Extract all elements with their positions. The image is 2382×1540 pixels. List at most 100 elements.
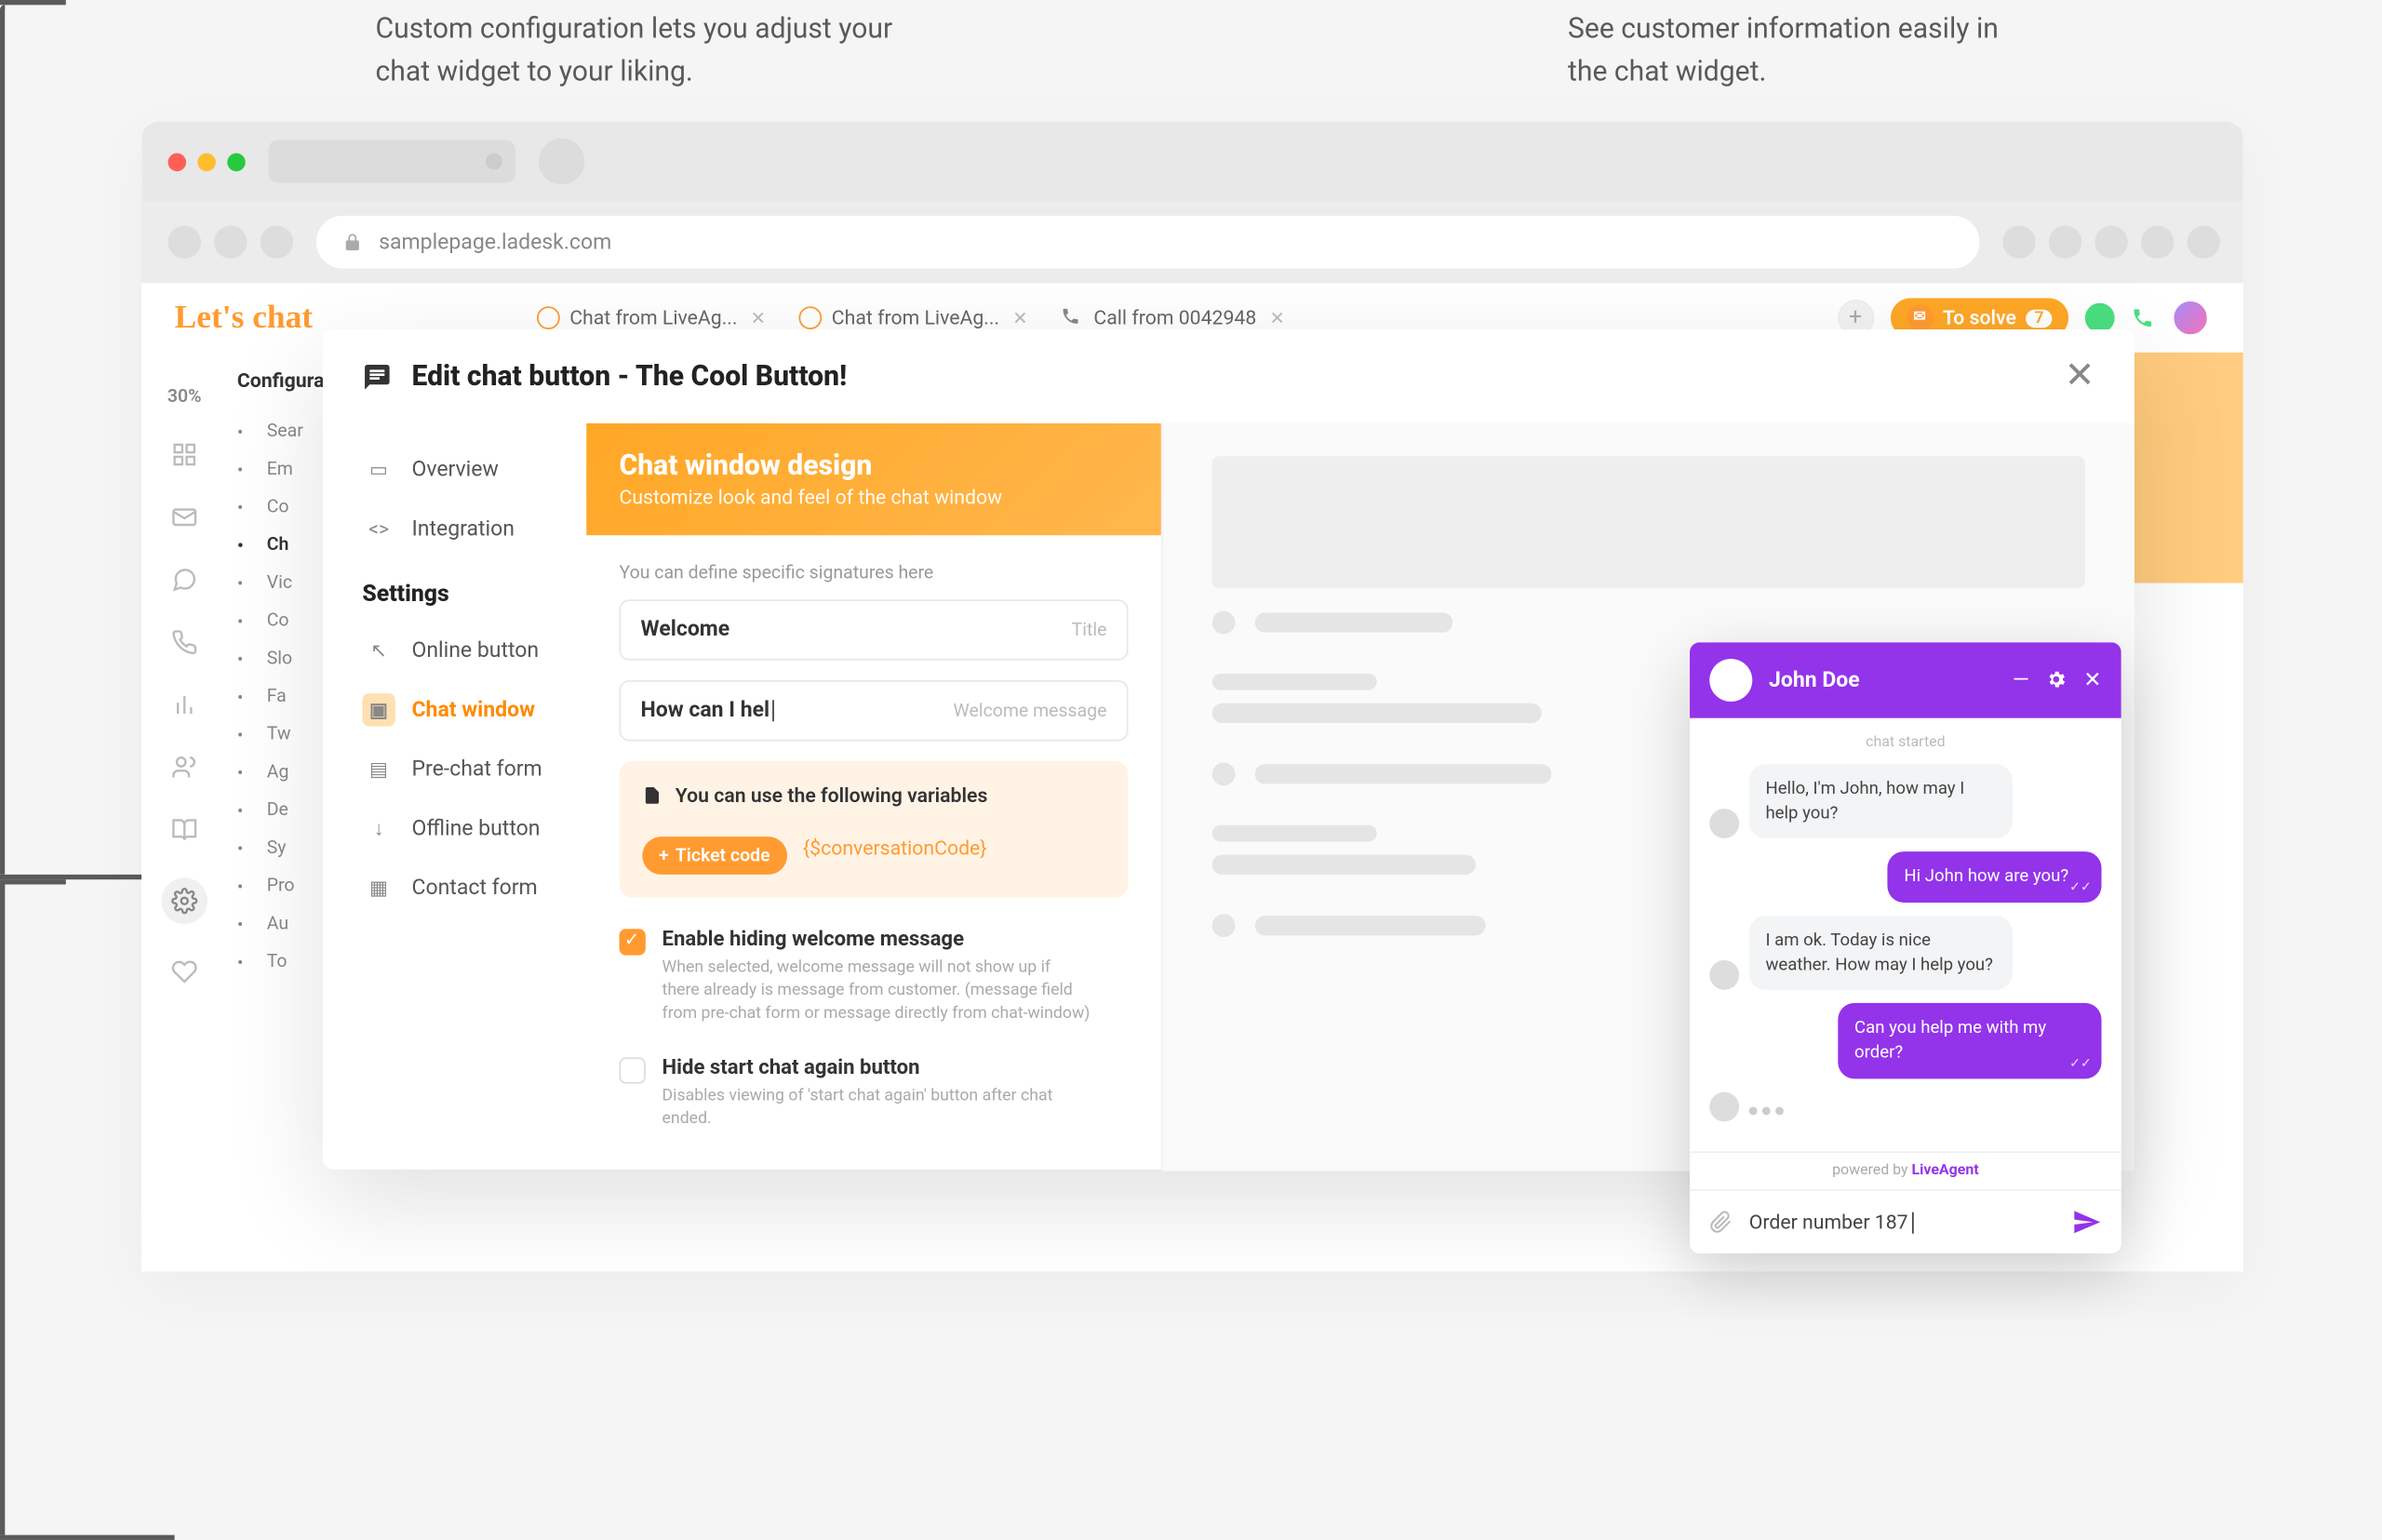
dashboard-icon[interactable] [169,440,199,470]
hide-start-chat-checkbox[interactable] [620,1057,646,1083]
skeleton-dot [1212,763,1236,786]
agent-message: Hello, I'm John, how may I help you? [1749,764,2013,838]
status-dot-icon[interactable] [2085,303,2115,333]
config-item-icon: • [237,951,257,971]
nav-online-button[interactable]: ↖Online button [355,621,586,680]
nav-integration[interactable]: <>Integration [355,499,586,558]
nav-label: Offline button [412,816,541,841]
clipboard-icon: ▦ [362,871,395,904]
chat-header: John Doe — ✕ [1690,642,2121,717]
close-icon[interactable]: ✕ [1269,307,1284,328]
config-item-icon: • [237,762,257,782]
book-icon[interactable] [169,815,199,845]
maximize-dot-icon[interactable] [227,153,245,170]
close-icon[interactable]: ✕ [751,307,766,328]
minimize-dot-icon[interactable] [197,153,215,170]
config-item-label: Em [267,458,293,479]
chip-label: Ticket code [676,845,770,866]
tab-label: Chat from LiveAg... [832,306,999,329]
agent-avatar [1709,659,1752,702]
config-item-icon: • [237,837,257,857]
title-input[interactable]: Welcome Title [620,599,1129,660]
browser-ext-icons [2002,225,2220,258]
mail-icon: ✉ [1907,304,1933,330]
agent-message: I am ok. Today is nice weather. How may … [1749,916,2013,990]
chat-icon[interactable] [169,565,199,595]
skeleton-line [1212,674,1377,690]
modal-nav: ▭Overview <>Integration Settings ↖Online… [323,423,586,1172]
arrow-left-seg [0,0,66,5]
minimize-icon[interactable]: — [2013,668,2029,693]
skeleton-dot [1212,611,1236,635]
input-label: Title [1072,620,1107,641]
modal-main: Chat window design Customize look and fe… [586,423,1163,1172]
nav-overview[interactable]: ▭ Overview [355,440,586,500]
mail-icon[interactable] [169,502,199,532]
agent-avatar-icon [1709,810,1739,839]
close-icon[interactable]: ✕ [2083,668,2101,693]
gear-icon[interactable] [161,877,207,924]
skeleton-block [1212,456,2085,588]
checkbox-desc: Disables viewing of 'start chat again' b… [662,1085,1091,1132]
design-title: Chat window design [620,449,1129,482]
config-item-icon: • [237,459,257,478]
config-item-icon: • [237,648,257,667]
address-input[interactable]: samplepage.ladesk.com [316,216,1980,269]
config-item-icon: • [237,799,257,819]
config-item-icon: • [237,876,257,895]
nav-buttons[interactable] [168,225,294,258]
code-icon: <> [362,512,395,544]
send-button[interactable] [2072,1207,2102,1237]
enable-hiding-checkbox[interactable] [620,929,646,955]
browser-chrome [141,122,2243,201]
nav-offline-button[interactable]: ↓ Offline button [355,798,586,858]
config-item-label: Tw [267,723,291,744]
skeleton-line [1212,855,1476,875]
browser-tab[interactable] [269,140,516,182]
nav-chat-window[interactable]: ▣Chat window [355,680,586,740]
close-dot-icon[interactable] [168,153,186,170]
nav-prechat-form[interactable]: ▤Pre-chat form [355,740,586,799]
window-icon: ▣ [362,693,395,726]
config-item-label: Fa [267,685,287,706]
config-item-icon: • [237,572,257,592]
phone-icon[interactable] [169,627,199,657]
config-item-label: Ag [267,761,289,783]
skeleton-line [1212,703,1542,723]
nav-label: Online button [412,638,540,663]
phone-icon[interactable] [2131,306,2154,329]
download-icon: ↓ [362,812,395,845]
window-controls[interactable] [168,153,246,170]
new-tab-button[interactable] [539,139,585,185]
overview-icon: ▭ [362,453,395,486]
input-label: Welcome message [954,700,1107,721]
annotation-left: Custom configuration lets you adjust you… [376,10,903,94]
progress-pct: 30% [167,385,202,407]
variable-code: {$conversationCode} [803,836,987,859]
modal-title: Edit chat button - The Cool Button! [412,360,848,393]
checkbox-label: Hide start chat again button [662,1056,1091,1081]
attach-icon[interactable] [1709,1211,1733,1234]
text-cursor-icon [1911,1212,1913,1234]
heart-icon[interactable] [169,957,199,986]
chat-input[interactable]: Order number 187 [1749,1210,2055,1233]
config-item-label: Co [267,496,289,517]
url-text: samplepage.ladesk.com [379,230,611,255]
gear-icon[interactable] [2046,668,2068,693]
close-button[interactable]: ✕ [2065,355,2095,396]
nav-label: Overview [412,457,499,482]
user-avatar[interactable] [2171,298,2210,337]
skeleton-line [1255,764,1552,783]
typing-indicator [1749,1100,1784,1121]
chat-widget: John Doe — ✕ chat started Hello, I'm Joh… [1690,642,2121,1252]
design-banner: Chat window design Customize look and fe… [586,423,1161,535]
user-message: Hi John how are you? [1888,852,2102,903]
config-item-label: Co [267,609,289,631]
close-icon[interactable]: ✕ [1012,307,1027,328]
stats-icon[interactable] [169,690,199,720]
nav-contact-form[interactable]: ▦Contact form [355,858,586,917]
config-item-label: Ch [267,533,289,555]
welcome-message-input[interactable]: How can I hel Welcome message [620,680,1129,741]
ticket-code-chip[interactable]: + Ticket code [642,837,786,875]
people-icon[interactable] [169,753,199,783]
